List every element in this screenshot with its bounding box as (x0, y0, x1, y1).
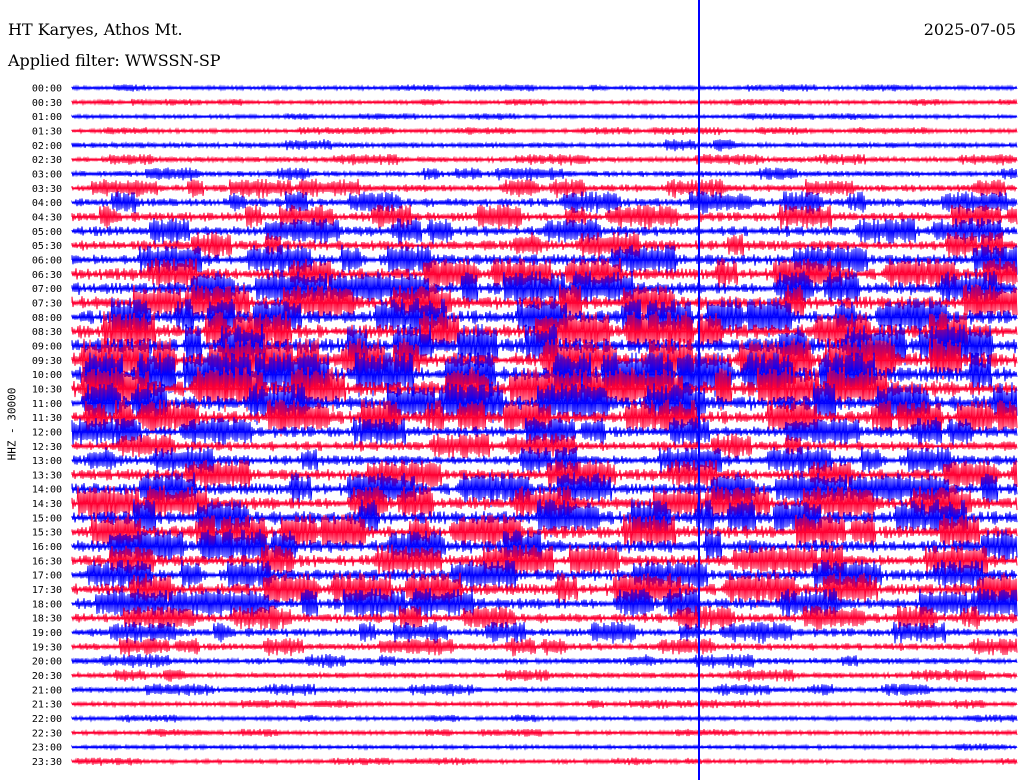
row-label-0430: 04:30 (32, 212, 62, 223)
row-label-0030: 00:30 (32, 98, 62, 109)
row-label-0300: 03:00 (32, 169, 62, 180)
row-label-0530: 05:30 (32, 241, 62, 252)
row-label-1330: 13:30 (32, 470, 62, 481)
row-label-2130: 21:30 (32, 700, 62, 711)
row-label-0400: 04:00 (32, 198, 62, 209)
row-label-2100: 21:00 (32, 685, 62, 696)
row-label-1730: 17:30 (32, 585, 62, 596)
row-label-0730: 07:30 (32, 298, 62, 309)
row-label-0230: 02:30 (32, 155, 62, 166)
row-label-0800: 08:00 (32, 313, 62, 324)
row-label-0630: 06:30 (32, 270, 62, 281)
row-label-0930: 09:30 (32, 356, 62, 367)
row-label-2200: 22:00 (32, 714, 62, 725)
row-label-1100: 11:00 (32, 399, 62, 410)
row-label-1200: 12:00 (32, 427, 62, 438)
row-label-1700: 17:00 (32, 571, 62, 582)
row-label-0900: 09:00 (32, 341, 62, 352)
row-label-1830: 18:30 (32, 614, 62, 625)
row-label-2000: 20:00 (32, 657, 62, 668)
row-label-1530: 15:30 (32, 528, 62, 539)
row-label-2300: 23:00 (32, 743, 62, 754)
row-label-1800: 18:00 (32, 599, 62, 610)
row-label-0700: 07:00 (32, 284, 62, 295)
row-label-group: 00:00 00:30 01:00 01:30 02:00 02:30 03:00 03:30… (32, 84, 62, 769)
trace-group (71, 83, 1018, 766)
row-label-2030: 20:30 (32, 671, 62, 682)
row-label-1130: 11:30 (32, 413, 62, 424)
row-label-2230: 22:30 (32, 728, 62, 739)
row-label-0000: 00:00 (32, 84, 62, 95)
row-label-1030: 10:30 (32, 384, 62, 395)
row-label-1900: 19:00 (32, 628, 62, 639)
row-label-1400: 14:00 (32, 485, 62, 496)
row-label-1630: 16:30 (32, 556, 62, 567)
row-label-1430: 14:30 (32, 499, 62, 510)
row-label-0200: 02:00 (32, 141, 62, 152)
row-label-1000: 10:00 (32, 370, 62, 381)
row-label-1500: 15:00 (32, 513, 62, 524)
row-label-0130: 01:30 (32, 126, 62, 137)
row-label-0100: 01:00 (32, 112, 62, 123)
row-label-1230: 12:30 (32, 442, 62, 453)
helicorder-plot: 00:00 00:30 01:00 01:30 02:00 02:30 03:00 03:30… (32, 0, 1018, 780)
row-label-1300: 13:00 (32, 456, 62, 467)
row-label-0500: 05:00 (32, 227, 62, 238)
row-label-0600: 06:00 (32, 255, 62, 266)
row-label-0330: 03:30 (32, 184, 62, 195)
row-label-0830: 08:30 (32, 327, 62, 338)
row-label-1600: 16:00 (32, 542, 62, 553)
row-label-1930: 19:30 (32, 642, 62, 653)
row-label-2330: 23:30 (32, 757, 62, 768)
